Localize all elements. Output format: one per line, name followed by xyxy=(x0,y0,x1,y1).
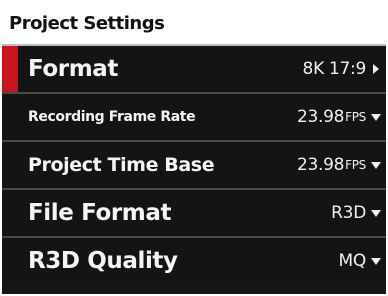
setting-value-r3d-quality: MQ xyxy=(338,251,367,271)
panel-header: Project Settings xyxy=(2,2,386,46)
setting-label-file-format: File Format xyxy=(28,200,172,226)
setting-value-project-time-base-control[interactable]: 23.98 FPS xyxy=(297,142,382,188)
setting-value-project-time-base: 23.98 xyxy=(296,155,345,175)
caret-down-icon xyxy=(370,111,382,123)
setting-row-r3d-quality[interactable]: R3D Quality MQ xyxy=(2,238,386,286)
setting-value-r3d-quality-control[interactable]: MQ xyxy=(339,238,382,284)
setting-label-recording-frame-rate: Recording Frame Rate xyxy=(28,109,196,125)
setting-label-r3d-quality: R3D Quality xyxy=(28,248,178,274)
setting-label-format: Format xyxy=(28,56,119,82)
caret-down-icon xyxy=(370,255,382,267)
selection-indicator xyxy=(2,46,18,92)
setting-row-format[interactable]: Format 8K 17:9 xyxy=(2,46,386,94)
setting-value-format: 8K 17:9 xyxy=(302,59,367,79)
project-settings-panel: Project Settings Format 8K 17:9 Recordin… xyxy=(2,2,386,294)
setting-row-file-format[interactable]: File Format R3D xyxy=(2,190,386,238)
chevron-right-icon xyxy=(370,63,382,75)
setting-value-format-control[interactable]: 8K 17:9 xyxy=(303,46,382,92)
setting-row-project-time-base[interactable]: Project Time Base 23.98 FPS xyxy=(2,142,386,190)
setting-value-recording-frame-rate-control[interactable]: 23.98 FPS xyxy=(297,94,382,140)
caret-down-icon xyxy=(370,207,382,219)
setting-unit-project-time-base: FPS xyxy=(345,158,366,172)
setting-value-file-format-control[interactable]: R3D xyxy=(331,190,382,236)
panel-title: Project Settings xyxy=(9,13,165,34)
caret-down-icon xyxy=(370,159,382,171)
setting-value-file-format: R3D xyxy=(331,203,366,223)
setting-row-recording-frame-rate[interactable]: Recording Frame Rate 23.98 FPS xyxy=(2,94,386,142)
setting-value-recording-frame-rate: 23.98 xyxy=(296,107,345,127)
setting-unit-recording-frame-rate: FPS xyxy=(345,110,366,124)
setting-label-project-time-base: Project Time Base xyxy=(28,154,215,176)
